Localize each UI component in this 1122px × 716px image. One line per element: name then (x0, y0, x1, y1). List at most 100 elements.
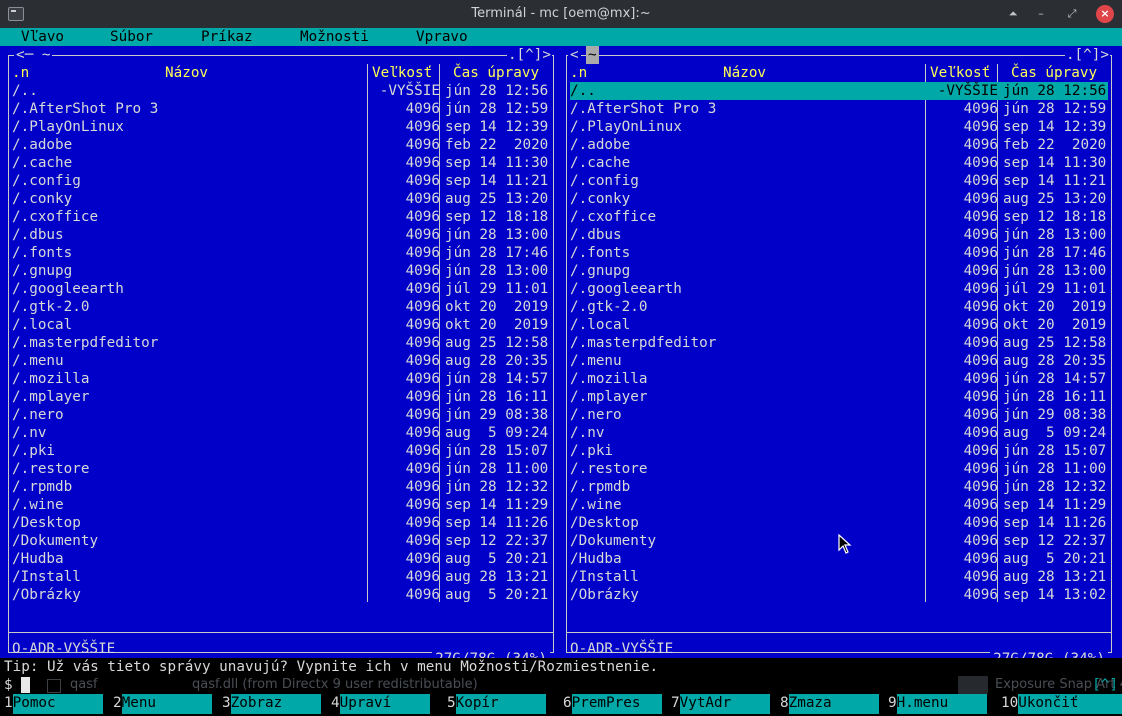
panel-corner-controls[interactable]: .[^]> (506, 46, 552, 64)
left-panel[interactable]: <─ ~ .[^]> .n Názov Veľkosť Čas úpravy /… (4, 46, 558, 670)
mouse-pointer-icon (838, 534, 852, 554)
file-row[interactable]: /.cache 4096 sep 14 11:30 (12, 154, 550, 172)
command-line[interactable]: $ qasf qasf.dll (from Directx 9 user red… (0, 676, 1122, 694)
file-row[interactable]: /.conky 4096 aug 25 13:20 (12, 190, 550, 208)
file-size: 4096 (405, 191, 440, 207)
file-row[interactable]: /.gnupg 4096 jún 28 13:00 (570, 262, 1108, 280)
file-row[interactable]: /Install 4096 aug 28 13:21 (12, 568, 550, 586)
file-row[interactable]: /.mozilla 4096 jún 28 14:57 (570, 370, 1108, 388)
column-header-size[interactable]: Veľkosť (372, 64, 432, 82)
file-row[interactable]: /.menu 4096 aug 28 20:35 (12, 352, 550, 370)
menu-options[interactable]: Možnosti (300, 28, 369, 46)
file-row[interactable]: /Hudba 4096 aug 5 20:21 (12, 550, 550, 568)
file-row[interactable]: /.dbus 4096 jún 28 13:00 (570, 226, 1108, 244)
file-row[interactable]: /.masterpdfeditor 4096 aug 25 12:58 (12, 334, 550, 352)
file-row[interactable]: /.rpmdb 4096 jún 28 12:32 (570, 478, 1108, 496)
function-key-8[interactable]: 8Zmaza (780, 694, 879, 714)
file-row[interactable]: /.AfterShot Pro 3 4096 jún 28 12:59 (570, 100, 1108, 118)
function-key-5[interactable]: 5Kopír (447, 694, 546, 714)
file-row[interactable]: /.cxoffice 4096 sep 12 18:18 (570, 208, 1108, 226)
file-row[interactable]: /.nv 4096 aug 5 09:24 (12, 424, 550, 442)
file-row[interactable]: /.PlayOnLinux 4096 sep 14 12:39 (12, 118, 550, 136)
function-key-10[interactable]: 10Ukončiť (1001, 694, 1122, 714)
panel-path[interactable]: <─ ~ (14, 46, 53, 64)
panel-path[interactable]: ~ (586, 46, 599, 64)
file-row[interactable]: /.nero 4096 jún 29 08:38 (570, 406, 1108, 424)
menu-file[interactable]: Súbor (110, 28, 153, 46)
file-row[interactable]: /.. -VYŠŠIE jún 28 12:56 (570, 82, 1108, 100)
file-size: 4096 (963, 227, 998, 243)
file-row[interactable]: /.config 4096 sep 14 11:21 (12, 172, 550, 190)
function-key-2[interactable]: 2Menu (113, 694, 212, 714)
sort-indicator[interactable]: .n (570, 64, 587, 82)
keep-above-icon[interactable]: ⏶ (1004, 5, 1022, 23)
file-row[interactable]: /.nv 4096 aug 5 09:24 (570, 424, 1108, 442)
file-row[interactable]: /.googleearth 4096 júl 29 11:01 (570, 280, 1108, 298)
menu-right[interactable]: Vpravo (416, 28, 468, 46)
file-row[interactable]: /Obrázky 4096 aug 5 20:21 (12, 586, 550, 604)
file-row[interactable]: /.fonts 4096 jún 28 17:46 (12, 244, 550, 262)
file-row[interactable]: /.local 4096 okt 20 2019 (570, 316, 1108, 334)
file-row[interactable]: /.googleearth 4096 júl 29 11:01 (12, 280, 550, 298)
file-row[interactable]: /.restore 4096 jún 28 11:00 (570, 460, 1108, 478)
file-row[interactable]: /.adobe 4096 feb 22 2020 (570, 136, 1108, 154)
file-row[interactable]: /.local 4096 okt 20 2019 (12, 316, 550, 334)
maximize-button[interactable]: ⤢ (1063, 5, 1081, 23)
minimize-button[interactable]: – (1032, 5, 1050, 23)
file-row[interactable]: /.conky 4096 aug 25 13:20 (570, 190, 1108, 208)
function-key-6[interactable]: 6PremPres (563, 694, 662, 714)
column-header-name[interactable]: Názov (723, 64, 766, 82)
file-row[interactable]: /Desktop 4096 sep 14 11:26 (570, 514, 1108, 532)
function-key-7[interactable]: 7VytAdr (671, 694, 770, 714)
file-row[interactable]: /.mplayer 4096 jún 28 16:11 (570, 388, 1108, 406)
menu-left[interactable]: Vľavo (21, 28, 64, 46)
file-name: /.mplayer (12, 389, 90, 405)
column-header-time[interactable]: Čas úpravy (1011, 64, 1097, 82)
file-row[interactable]: /.wine 4096 sep 14 11:29 (12, 496, 550, 514)
file-row[interactable]: /.mozilla 4096 jún 28 14:57 (12, 370, 550, 388)
file-row[interactable]: /.config 4096 sep 14 11:21 (570, 172, 1108, 190)
file-row[interactable]: /.. -VYŠŠIE jún 28 12:56 (12, 82, 550, 100)
file-row[interactable]: /.gtk-2.0 4096 okt 20 2019 (12, 298, 550, 316)
sort-indicator[interactable]: .n (12, 64, 29, 82)
file-row[interactable]: /.mplayer 4096 jún 28 16:11 (12, 388, 550, 406)
menu-command[interactable]: Príkaz (201, 28, 253, 46)
function-key-1[interactable]: 1Pomoc (4, 694, 103, 714)
file-row[interactable]: /.fonts 4096 jún 28 17:46 (570, 244, 1108, 262)
file-row[interactable]: /Dokumenty 4096 sep 12 22:37 (12, 532, 550, 550)
file-row[interactable]: /.gtk-2.0 4096 okt 20 2019 (570, 298, 1108, 316)
file-row[interactable]: /.gnupg 4096 jún 28 13:00 (12, 262, 550, 280)
file-row[interactable]: /.masterpdfeditor 4096 aug 25 12:58 (570, 334, 1108, 352)
file-time: sep 14 12:39 (445, 119, 549, 135)
function-key-9[interactable]: 9H.menu (888, 694, 987, 714)
close-button[interactable]: × (1096, 5, 1114, 23)
file-row[interactable]: /.dbus 4096 jún 28 13:00 (12, 226, 550, 244)
file-row[interactable]: /Obrázky 4096 sep 14 13:02 (570, 586, 1108, 604)
scroll-indicator[interactable]: [^] (1092, 676, 1118, 694)
file-row[interactable]: /.cxoffice 4096 sep 12 18:18 (12, 208, 550, 226)
file-row[interactable]: /Desktop 4096 sep 14 11:26 (12, 514, 550, 532)
file-row[interactable]: /.pki 4096 jún 28 15:07 (570, 442, 1108, 460)
file-row[interactable]: /.pki 4096 jún 28 15:07 (12, 442, 550, 460)
file-row[interactable]: /.menu 4096 aug 28 20:35 (570, 352, 1108, 370)
function-key-4[interactable]: 4Upraví (331, 694, 430, 714)
column-header-name[interactable]: Názov (165, 64, 208, 82)
column-header-size[interactable]: Veľkosť (930, 64, 990, 82)
terminal-area[interactable]: Vľavo Súbor Príkaz Možnosti Vpravo <─ ~ … (0, 28, 1122, 716)
file-time: aug 28 13:21 (445, 569, 549, 585)
file-row[interactable]: /.nero 4096 jún 29 08:38 (12, 406, 550, 424)
file-row[interactable]: /.adobe 4096 feb 22 2020 (12, 136, 550, 154)
column-header-time[interactable]: Čas úpravy (453, 64, 539, 82)
file-row[interactable]: /.cache 4096 sep 14 11:30 (570, 154, 1108, 172)
function-key-3[interactable]: 3Zobraz (222, 694, 321, 714)
file-row[interactable]: /.restore 4096 jún 28 11:00 (12, 460, 550, 478)
file-row[interactable]: /Install 4096 aug 28 13:21 (570, 568, 1108, 586)
file-row[interactable]: /.rpmdb 4096 jún 28 12:32 (12, 478, 550, 496)
panel-corner-controls[interactable]: .[^]> (1064, 46, 1110, 64)
file-row[interactable]: /.AfterShot Pro 3 4096 jún 28 12:59 (12, 100, 550, 118)
right-panel[interactable]: < ~ .[^]> .n Názov Veľkosť Čas úpravy /.… (562, 46, 1116, 670)
file-row[interactable]: /.PlayOnLinux 4096 sep 14 12:39 (570, 118, 1108, 136)
file-name: /.dbus (12, 227, 64, 243)
file-name: /.googleearth (570, 281, 682, 297)
file-row[interactable]: /.wine 4096 sep 14 11:29 (570, 496, 1108, 514)
